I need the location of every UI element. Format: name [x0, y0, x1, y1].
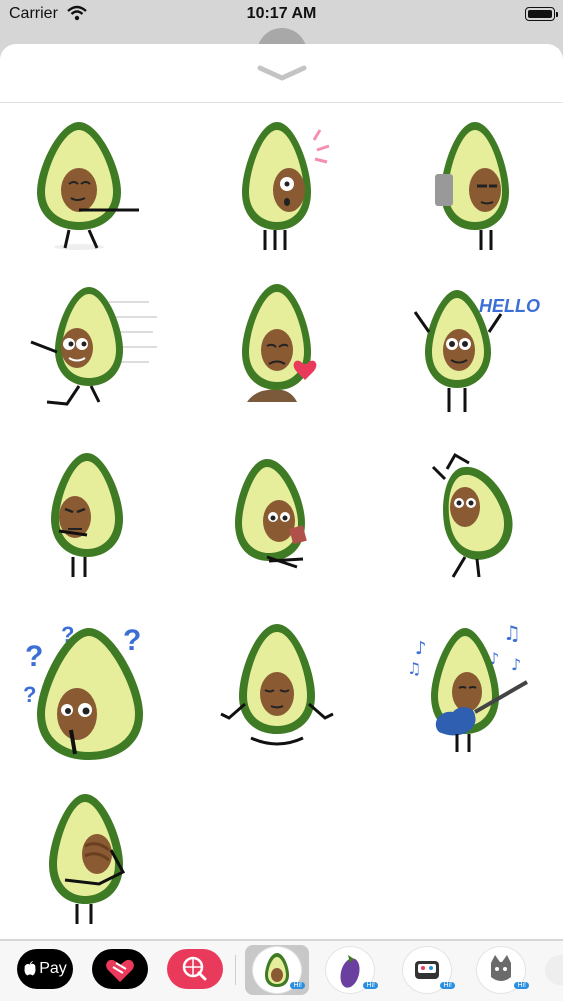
sticker-avocado-guitar[interactable]: ♪ ♫ ♫ ♪ ♪ [405, 614, 555, 764]
sticker-avocado-reading[interactable] [207, 439, 357, 589]
sticker-avocado-pointing[interactable] [19, 112, 169, 262]
svg-text:♫: ♫ [407, 659, 421, 678]
more-packs-peek[interactable] [545, 955, 563, 985]
tray-separator [235, 955, 236, 985]
svg-text:?: ? [23, 682, 36, 707]
apple-logo-icon [24, 961, 36, 976]
sticker-avocado-meditating[interactable] [207, 614, 357, 764]
globe-search-icon [182, 956, 207, 981]
avocado-pack-button[interactable]: Hi! [245, 945, 309, 995]
sticker-avocado-phone[interactable] [405, 112, 555, 262]
svg-text:♪: ♪ [511, 655, 521, 674]
apple-pay-label: Pay [39, 960, 67, 977]
clock: 10:17 AM [246, 5, 317, 22]
pack-badge: Hi! [440, 982, 455, 989]
robot-pack-button[interactable]: Hi! [395, 945, 459, 995]
chevron-down-icon[interactable] [256, 62, 308, 84]
sticker-avocado-shy[interactable] [19, 784, 169, 934]
svg-text:♪: ♪ [415, 638, 427, 659]
image-search-app-button[interactable] [167, 949, 223, 989]
app-drawer: Pay Hi! Hi! Hi! Hi! [0, 940, 563, 1001]
sticker-avocado-angry[interactable] [19, 439, 169, 589]
pack-badge: Hi! [363, 982, 378, 989]
battery-icon [525, 7, 558, 21]
sticker-avocado-confused[interactable]: ? ? ? ? [19, 614, 169, 764]
sticker-avocado-running[interactable] [19, 272, 169, 422]
svg-text:?: ? [25, 640, 43, 673]
svg-text:♫: ♫ [503, 621, 521, 645]
sticker-avocado-broken-heart[interactable] [207, 272, 357, 422]
pack-badge: Hi! [290, 982, 305, 989]
svg-text:?: ? [123, 624, 141, 657]
heart-app-button[interactable] [92, 949, 148, 989]
cat-pack-button[interactable]: Hi! [469, 945, 533, 995]
heart-icon [106, 959, 134, 982]
sticker-avocado-surprised[interactable] [207, 112, 357, 262]
eggplant-pack-button[interactable]: Hi! [318, 945, 382, 995]
status-bar: Carrier 10:17 AM [0, 0, 563, 30]
sticker-avocado-hello[interactable]: HELLO [405, 272, 555, 422]
apple-pay-app-button[interactable]: Pay [17, 949, 73, 989]
sticker-avocado-stretching[interactable] [405, 439, 555, 589]
pack-badge: Hi! [514, 982, 529, 989]
sheet-divider [0, 102, 563, 103]
hello-text: HELLO [479, 296, 540, 316]
